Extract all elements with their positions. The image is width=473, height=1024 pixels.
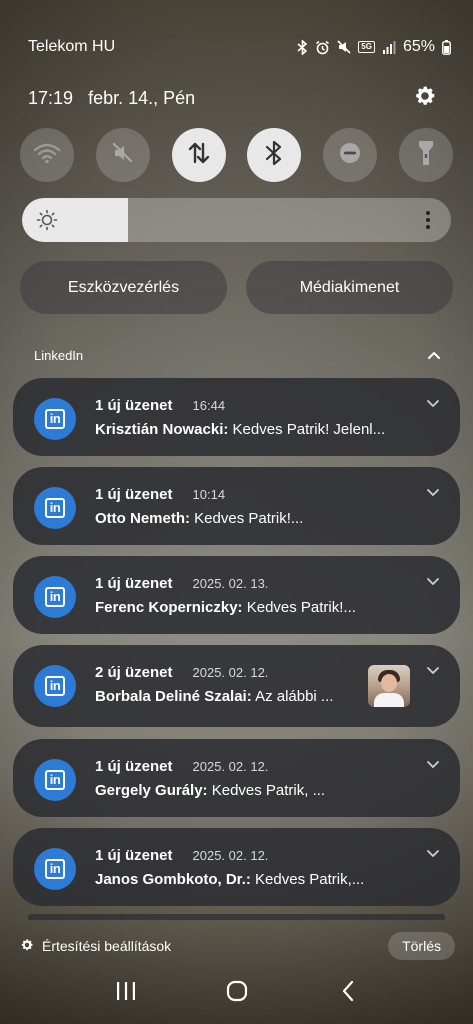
media-output-button[interactable]: Médiakimenet [246,261,453,314]
notification-body: Otto Nemeth: Kedves Patrik!... [95,510,303,527]
notification-sender: Gergely Gurály: [95,782,208,799]
notification-time: 10:14 [192,487,226,502]
notification-title: 2 új üzenet 2025. 02. 12. [95,664,269,681]
notification-text: Kedves Patrik!... [194,510,304,527]
notification-card[interactable]: in 1 új üzenet 10:14 Otto Nemeth: Kedves… [13,467,460,545]
carrier-label: Telekom HU [28,38,116,55]
notification-title: 1 új üzenet 16:44 [95,397,226,414]
notification-title: 1 új üzenet 10:14 [95,486,226,503]
network-badge: 5G [358,41,375,53]
linkedin-icon: in [34,487,76,529]
back-icon [341,980,355,1007]
more-notifications-edge [28,914,445,920]
notification-sender: Krisztián Nowacki: [95,421,229,438]
notification-time: 2025. 02. 13. [192,576,269,591]
datetime: 17:19 febr. 14., Pén [28,88,195,109]
bluetooth-status-icon [297,39,308,55]
flashlight-icon [416,139,436,172]
linkedin-icon: in [34,665,76,707]
notification-settings-link[interactable]: Értesítési beállítások [20,938,171,955]
quick-settings-row [20,128,453,182]
brightness-slider[interactable] [22,198,451,242]
notification-body: Janos Gombkoto, Dr.: Kedves Patrik,... [95,871,364,888]
do-not-disturb-icon [338,141,362,170]
gear-icon[interactable] [413,84,437,113]
notification-card[interactable]: in 1 új üzenet 2025. 02. 13. Ferenc Kope… [13,556,460,634]
sender-photo [368,665,410,707]
notification-settings-label: Értesítési beállítások [42,938,172,954]
notification-card[interactable]: in 1 új üzenet 16:44 Krisztián Nowacki: … [13,378,460,456]
quick-panel-buttons: Eszközvezérlés Médiakimenet [20,261,453,314]
notification-title: 1 új üzenet 2025. 02. 12. [95,847,269,864]
alarm-icon [315,40,330,55]
group-app-name: LinkedIn [34,347,84,363]
battery-percent: 65% [402,38,435,55]
bluetooth-toggle[interactable] [247,128,302,182]
notification-time: 2025. 02. 12. [192,665,269,680]
notification-body: Krisztián Nowacki: Kedves Patrik! Jelenl… [95,421,385,438]
notification-text: Kedves Patrik,... [255,871,365,888]
signal-icon [382,40,396,54]
status-icons: 5G 65% [297,38,451,56]
notification-sender: Borbala Deliné Szalai: [95,688,252,705]
notification-text: Az alábbi ... [255,688,334,705]
notification-text: Kedves Patrik! Jelenl... [232,421,386,438]
notification-footer: Értesítési beállítások Törlés [20,932,455,960]
status-bar: Telekom HU 5G 65% [28,36,451,58]
chevron-down-icon[interactable] [426,757,440,775]
notification-sender: Otto Nemeth: [95,510,190,527]
linkedin-icon: in [34,576,76,618]
wifi-toggle[interactable] [20,128,74,182]
notification-card[interactable]: in 1 új üzenet 2025. 02. 12. Janos Gombk… [13,828,460,906]
home-button[interactable] [222,978,252,1008]
back-button[interactable] [333,978,363,1008]
navigation-bar [0,978,473,1008]
notification-body: Ferenc Koperniczky: Kedves Patrik!... [95,599,356,616]
battery-icon [442,39,451,55]
notification-title: 1 új üzenet 2025. 02. 12. [95,758,269,775]
flashlight-toggle[interactable] [398,128,453,182]
clock[interactable]: 17:19 [28,88,73,108]
chevron-down-icon[interactable] [426,574,440,592]
mobile-data-icon [186,140,212,171]
sound-toggle[interactable] [95,128,150,182]
brightness-icon [36,209,58,236]
mute-icon [111,141,135,170]
notification-card[interactable]: in 1 új üzenet 2025. 02. 12. Gergely Gur… [13,739,460,817]
do-not-disturb-toggle[interactable] [323,128,378,182]
bluetooth-icon [265,140,283,171]
mobile-data-toggle[interactable] [171,128,226,182]
chevron-down-icon[interactable] [426,663,440,681]
clear-all-button[interactable]: Törlés [388,932,455,960]
chevron-down-icon[interactable] [426,396,440,414]
notification-title: 1 új üzenet 2025. 02. 13. [95,575,269,592]
linkedin-icon: in [34,398,76,440]
chevron-down-icon[interactable] [426,485,440,503]
linkedin-icon: in [34,848,76,890]
notification-time: 2025. 02. 12. [192,759,269,774]
linkedin-icon: in [34,759,76,801]
recents-button[interactable] [111,978,141,1008]
mute-status-icon [337,40,351,54]
notification-time: 2025. 02. 12. [192,848,269,863]
device-control-button[interactable]: Eszközvezérlés [20,261,227,314]
notification-text: Kedves Patrik!... [246,599,356,616]
date[interactable]: febr. 14., Pén [88,88,195,108]
chevron-down-icon[interactable] [426,846,440,864]
home-icon [226,980,248,1007]
notification-body: Borbala Deliné Szalai: Az alábbi ... [95,688,333,705]
notification-group-header[interactable]: LinkedIn [34,345,441,365]
notification-sender: Ferenc Koperniczky: [95,599,243,616]
wifi-icon [33,142,61,169]
more-options-icon[interactable] [425,209,431,236]
notification-time: 16:44 [192,398,226,413]
notification-sender: Janos Gombkoto, Dr.: [95,871,251,888]
gear-icon [20,938,34,955]
notification-text: Kedves Patrik, ... [211,782,326,799]
datetime-row: 17:19 febr. 14., Pén [28,86,437,110]
notification-card[interactable]: in 2 új üzenet 2025. 02. 12. Borbala Del… [13,645,460,727]
notification-body: Gergely Gurály: Kedves Patrik, ... [95,782,325,799]
chevron-up-icon[interactable] [427,348,441,363]
recents-icon [115,981,137,1006]
